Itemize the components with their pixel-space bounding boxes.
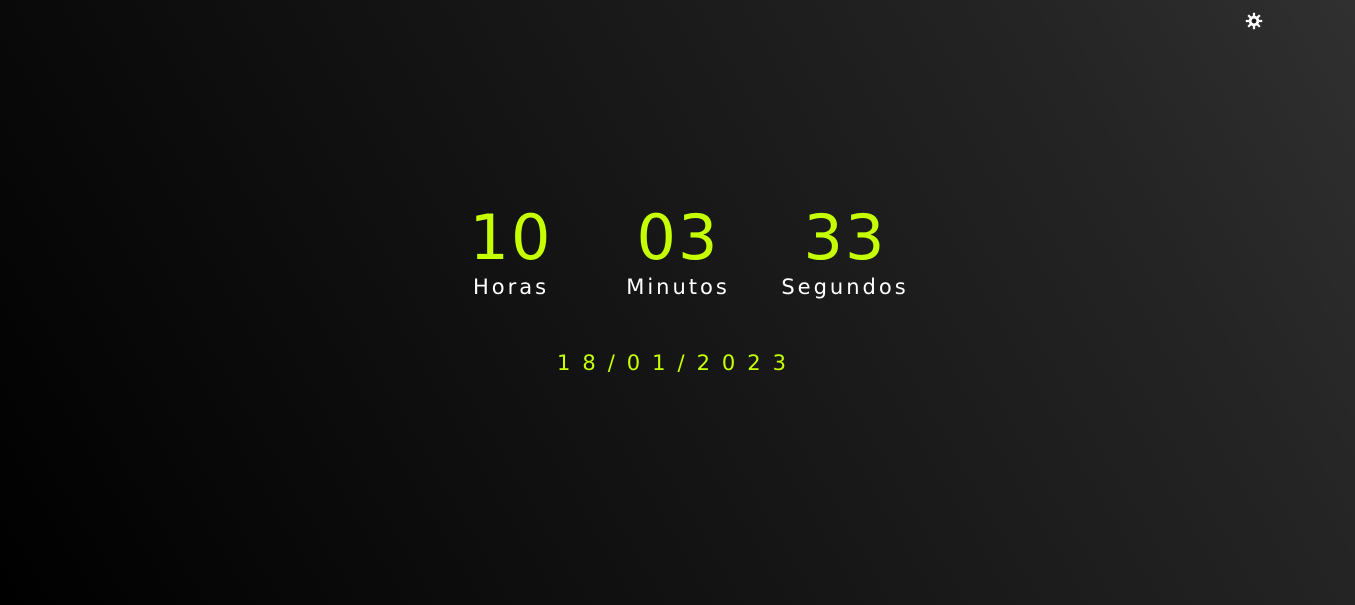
hours-label: Horas (472, 275, 550, 299)
current-date: 18/01/2023 (556, 351, 799, 375)
clock-display: 10 Horas 03 Minutos 33 Segundos (0, 205, 1355, 315)
gear-icon (1245, 12, 1263, 34)
minutes-unit: 03 Minutos (626, 205, 730, 301)
hours-unit: 10 Horas (470, 205, 553, 301)
theme-toggle-button[interactable] (1244, 12, 1264, 34)
seconds-unit: 33 Segundos (781, 205, 908, 301)
seconds-value: 33 (803, 201, 887, 274)
minutes-value: 03 (636, 201, 720, 274)
minutes-label: Minutos (626, 275, 730, 299)
hours-value: 10 (469, 201, 553, 274)
seconds-label: Segundos (781, 275, 909, 299)
